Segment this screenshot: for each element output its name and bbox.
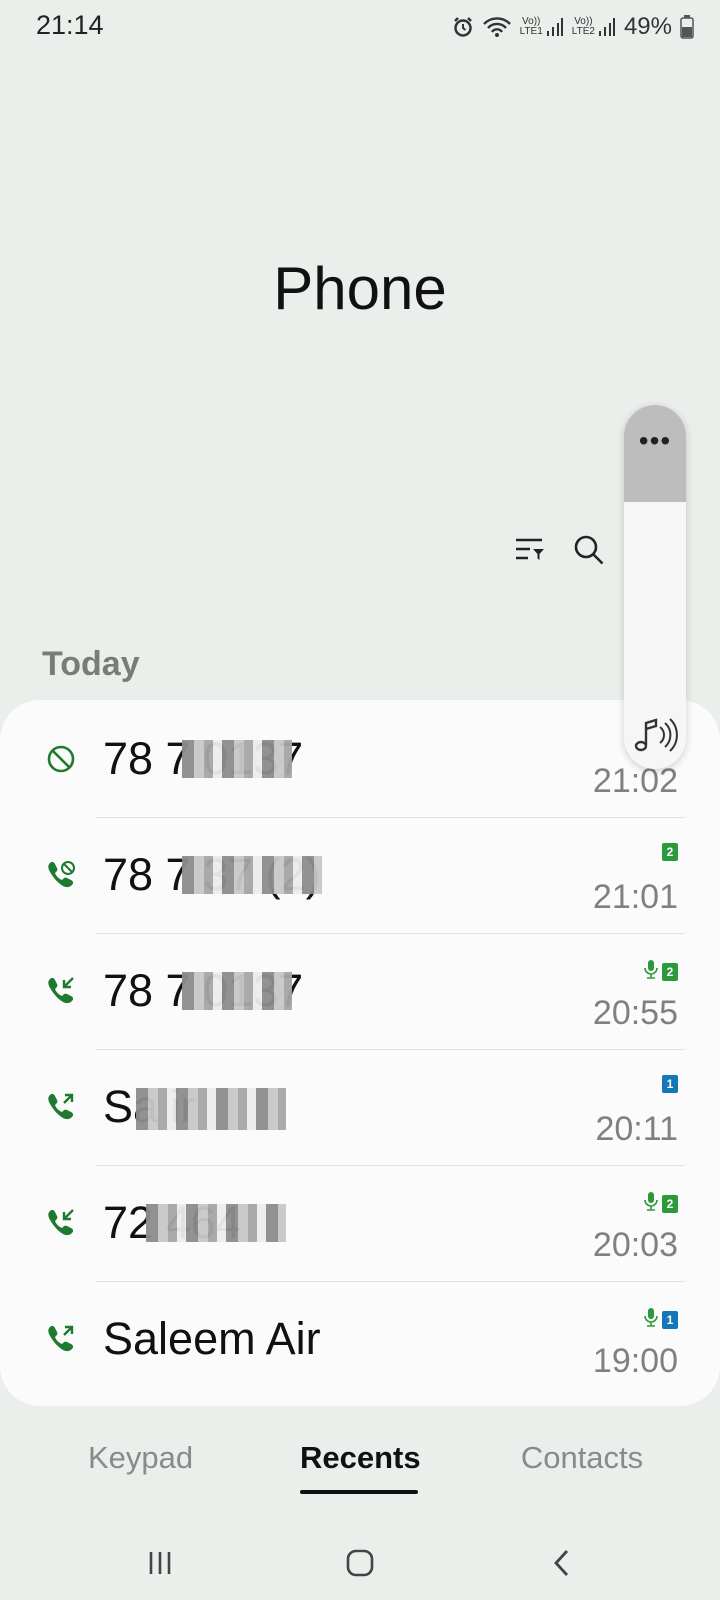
recent-calls-list: 78 7 0137 21:02 78 7 37 (2) 2 21:01 78 7… <box>0 700 720 1406</box>
call-time: 21:02 <box>592 762 678 800</box>
sim1-badge: 1 <box>662 1075 678 1093</box>
more-dots-icon: ••• <box>638 425 672 456</box>
filter-icon <box>514 535 546 570</box>
recent-apps-button[interactable] <box>130 1540 190 1590</box>
call-log-row[interactable]: 78 7 37 (2) 2 21:01 <box>0 816 720 934</box>
outgoing-call-icon <box>44 1322 78 1356</box>
tab-active-indicator <box>300 1490 418 1494</box>
call-badges: 1 <box>662 1075 678 1093</box>
bottom-tabs: Keypad Recents Contacts <box>0 1440 720 1500</box>
redacted-digits <box>182 972 292 1010</box>
status-time: 21:14 <box>36 10 104 40</box>
alarm-icon <box>452 16 474 38</box>
tab-keypad[interactable]: Keypad <box>88 1440 193 1476</box>
redacted-digits <box>182 856 322 894</box>
call-time: 20:55 <box>592 994 678 1032</box>
call-log-row[interactable]: Sa ir 1 20:11 <box>0 1048 720 1166</box>
tab-recents[interactable]: Recents <box>300 1440 421 1494</box>
call-time: 20:03 <box>592 1226 678 1264</box>
sim2-signal: Vo)) LTE2 <box>572 17 616 37</box>
incoming-call-icon <box>44 974 78 1008</box>
filter-button[interactable] <box>506 528 554 576</box>
music-note-icon[interactable] <box>632 715 678 755</box>
redacted-name <box>136 1088 286 1130</box>
mic-icon <box>644 959 658 984</box>
incoming-call-icon <box>44 1206 78 1240</box>
call-time: 19:00 <box>592 1342 678 1380</box>
page-title: Phone <box>273 255 447 322</box>
call-badges: 1 <box>644 1307 678 1332</box>
call-log-row[interactable]: 72 464 2 20:03 <box>0 1164 720 1282</box>
call-log-row[interactable]: 78 7 0137 21:02 <box>0 700 720 818</box>
section-header-today: Today <box>42 645 140 683</box>
home-button[interactable] <box>330 1540 390 1590</box>
back-icon <box>552 1548 572 1583</box>
wifi-icon <box>482 16 512 38</box>
call-badges: 2 <box>644 1191 678 1216</box>
recent-apps-icon <box>146 1549 174 1582</box>
floating-side-panel[interactable]: ••• <box>624 405 686 769</box>
sim2-badge: 2 <box>662 843 678 861</box>
blocked-call-icon <box>44 742 78 776</box>
outgoing-call-icon <box>44 1090 78 1124</box>
call-badges: 2 <box>662 843 678 861</box>
call-log-row[interactable]: 78 7 0137 2 20:55 <box>0 932 720 1050</box>
tab-contacts[interactable]: Contacts <box>517 1440 647 1476</box>
mic-icon <box>644 1307 658 1332</box>
call-time: 20:11 <box>595 1110 678 1148</box>
battery-percent: 49% <box>623 13 672 40</box>
sim2-badge: 2 <box>662 962 678 981</box>
sim1-badge: 1 <box>662 1310 678 1329</box>
call-name: Saleem Air <box>103 1313 321 1364</box>
battery-icon <box>680 15 694 39</box>
more-options-button[interactable]: ••• <box>624 405 686 502</box>
redacted-digits <box>146 1204 286 1242</box>
sim1-signal: Vo)) LTE1 <box>520 17 564 37</box>
status-icons: Vo)) LTE1 Vo)) LTE2 49% <box>452 10 694 44</box>
call-badges: 2 <box>644 959 678 984</box>
redacted-digits <box>182 740 292 778</box>
search-button[interactable] <box>565 528 613 576</box>
back-button[interactable] <box>532 1540 592 1590</box>
mic-icon <box>644 1191 658 1216</box>
status-bar: 21:14 Vo)) LTE1 Vo)) LTE2 49% <box>0 0 720 52</box>
system-nav-bar <box>0 1530 720 1600</box>
home-icon <box>345 1548 375 1583</box>
sim2-badge: 2 <box>662 1194 678 1213</box>
missed-call-icon <box>44 858 78 892</box>
tab-label: Recents <box>300 1440 421 1475</box>
call-time: 21:01 <box>592 878 678 916</box>
call-log-row[interactable]: Saleem Air 1 19:00 <box>0 1280 720 1398</box>
search-icon <box>573 534 605 571</box>
